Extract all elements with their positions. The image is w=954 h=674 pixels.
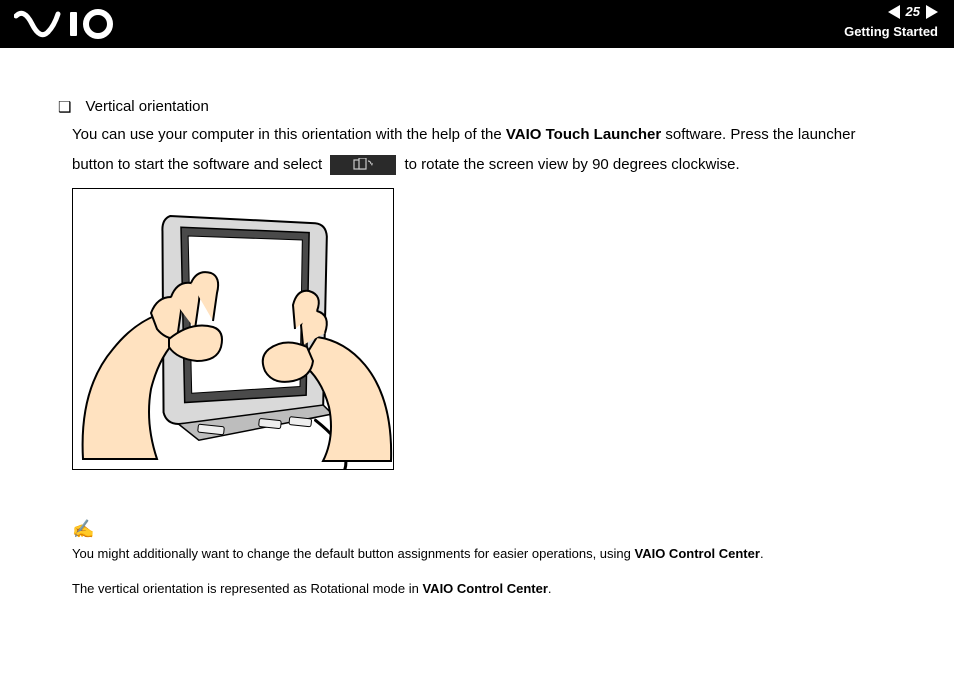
page-number: 25 [906,4,920,19]
device-held-illustration [72,188,934,475]
page-content: ❑ Vertical orientation You can use your … [0,48,954,633]
rotate-screen-button-icon [330,155,396,175]
text: You can use your computer in this orient… [72,126,506,143]
bullet-icon: ❑ [58,98,71,118]
note-line-1: You might additionally want to change th… [72,542,934,565]
text: . [760,546,764,561]
bullet-title: Vertical orientation [85,98,208,115]
bullet-row: ❑ Vertical orientation [58,98,934,118]
note-block: ✍ You might additionally want to change … [72,519,934,601]
text-bold: VAIO Touch Launcher [506,126,661,143]
text: software. Press the launcher [661,126,855,143]
text: to rotate the screen view by 90 degrees … [404,156,739,173]
note-line-2: The vertical orientation is represented … [72,577,934,600]
note-pencil-icon: ✍ [72,519,934,540]
page-header: 25 Getting Started [0,0,954,48]
text: You might additionally want to change th… [72,546,635,561]
section-title: Getting Started [844,24,938,39]
text-bold: VAIO Control Center [422,581,547,596]
text: button to start the software and select [72,156,326,173]
text-bold: VAIO Control Center [635,546,760,561]
text: . [548,581,552,596]
page-navigation: 25 [888,4,938,19]
prev-page-arrow-icon[interactable] [888,5,900,19]
vaio-logo [14,6,124,47]
next-page-arrow-icon[interactable] [926,5,938,19]
text: The vertical orientation is represented … [72,581,422,596]
body-paragraph: You can use your computer in this orient… [72,120,934,180]
